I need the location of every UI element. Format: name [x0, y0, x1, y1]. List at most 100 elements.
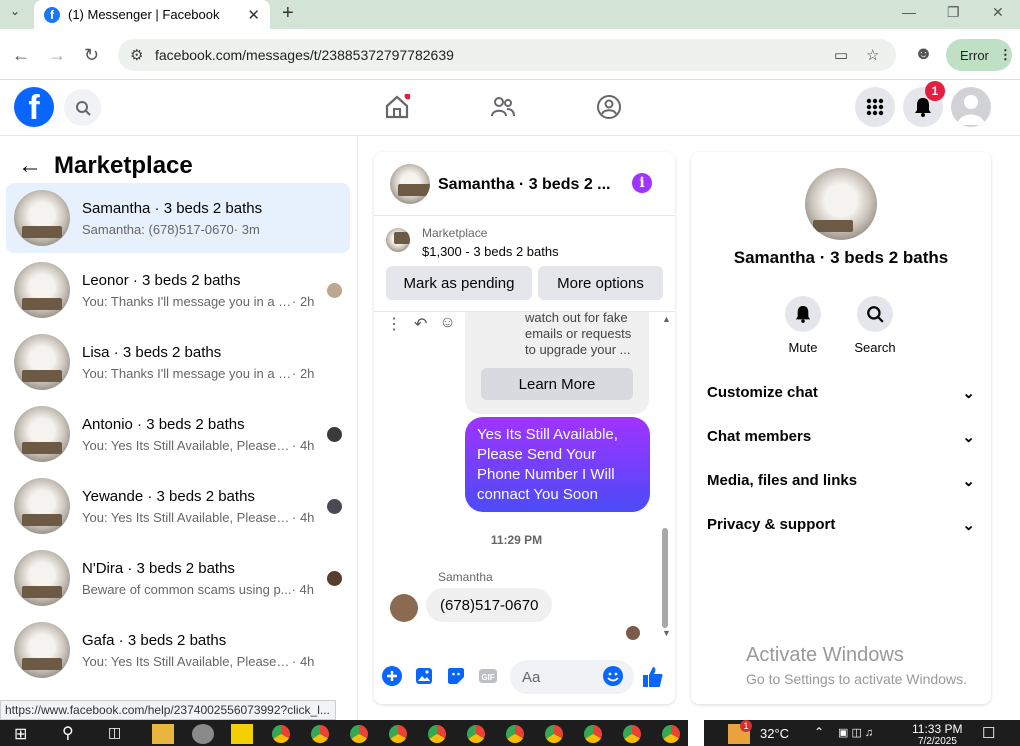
chrome-icon[interactable]	[584, 725, 602, 743]
reload-icon[interactable]: ↻	[84, 45, 99, 66]
install-app-icon[interactable]: ▭	[834, 46, 848, 64]
chrome-icon[interactable]	[623, 725, 641, 743]
chrome-icon[interactable]	[272, 725, 290, 743]
chrome-icon[interactable]	[467, 725, 485, 743]
menu-dots-icon[interactable]: ⋮	[999, 47, 1012, 63]
conversation-item[interactable]: Antonio · 3 beds 2 baths You: Yes Its St…	[6, 399, 350, 469]
taskbar-search-icon[interactable]: ⚲	[62, 723, 74, 743]
scroll-down-icon[interactable]: ▼	[662, 628, 671, 638]
chrome-icon[interactable]	[428, 725, 446, 743]
account-avatar[interactable]	[951, 87, 991, 127]
search-icon[interactable]	[64, 89, 101, 126]
address-bar[interactable]: ⚙ facebook.com/messages/t/23885372797782…	[118, 39, 896, 71]
add-icon[interactable]	[382, 666, 402, 691]
profile-avatar[interactable]	[805, 168, 877, 240]
conversation-name: Samantha · 3 beds 2 baths	[82, 199, 263, 217]
profile-error-label: Error	[960, 47, 989, 63]
info-icon[interactable]: i	[632, 173, 652, 193]
conversation-item[interactable]: Lisa · 3 beds 2 baths You: Thanks I'll m…	[6, 327, 350, 397]
tray-icons[interactable]: ▣ ◫ ♫	[838, 726, 873, 739]
chat-panel: Samantha · 3 beds 2 ... i Marketplace $1…	[374, 152, 675, 704]
url-text[interactable]: facebook.com/messages/t/2388537279778263…	[155, 47, 454, 63]
notes-app-icon[interactable]	[231, 724, 253, 744]
scroll-up-icon[interactable]: ▲	[662, 314, 671, 324]
notification-center-icon[interactable]: ☐	[982, 724, 995, 742]
scrollbar-thumb[interactable]	[662, 528, 668, 628]
emoji-icon[interactable]	[603, 666, 623, 691]
more-actions-icon[interactable]: ⋮	[386, 314, 402, 334]
tab-search-chevron-icon[interactable]: ⌄	[10, 4, 20, 18]
task-view-icon[interactable]: ◫	[108, 724, 121, 741]
conversation-time: · 2h	[292, 293, 315, 309]
chrome-icon[interactable]	[350, 725, 368, 743]
photo-icon[interactable]	[414, 666, 434, 691]
mark-as-pending-button[interactable]: Mark as pending	[386, 266, 532, 300]
privacy-support-section[interactable]: Privacy & support ⌄	[707, 516, 975, 534]
minimize-icon[interactable]: —	[902, 4, 916, 20]
profile-icon[interactable]: ☻	[914, 43, 933, 64]
window-close-icon[interactable]: ✕	[992, 4, 1004, 21]
more-options-button[interactable]: More options	[538, 266, 663, 300]
sticker-icon[interactable]	[446, 666, 466, 691]
profile-error-button[interactable]: Error ⋮	[946, 39, 1012, 71]
conversation-item[interactable]: Samantha · 3 beds 2 baths Samantha: (678…	[6, 183, 350, 253]
groups-icon[interactable]	[596, 94, 622, 125]
chrome-icon[interactable]	[506, 725, 524, 743]
scam-warning-text: watch out for fake emails or requests to…	[525, 312, 632, 357]
new-tab-icon[interactable]: +	[282, 2, 294, 25]
reply-icon[interactable]: ↶	[414, 314, 427, 334]
home-icon[interactable]	[384, 92, 412, 125]
section-label: Customize chat	[707, 384, 818, 401]
search-in-chat-button[interactable]: Search	[835, 296, 915, 355]
forward-icon[interactable]: →	[48, 45, 66, 66]
chat-avatar[interactable]	[390, 164, 430, 204]
facebook-logo-icon[interactable]: f	[14, 87, 54, 127]
bookmark-star-icon[interactable]: ☆	[866, 46, 879, 64]
site-info-icon[interactable]: ⚙	[130, 46, 143, 64]
marketplace-listing-bar: Marketplace $1,300 - 3 beds 2 baths Mark…	[374, 216, 675, 312]
thumbs-up-icon[interactable]	[642, 666, 664, 693]
conversation-item[interactable]: Leonor · 3 beds 2 baths You: Thanks I'll…	[6, 255, 350, 325]
conversation-preview: You: Thanks I'll message you in a m...	[82, 293, 292, 309]
conversation-preview: You: Yes Its Still Available, Please Se.…	[82, 509, 292, 525]
restore-icon[interactable]: ❐	[947, 4, 960, 21]
learn-more-button[interactable]: Learn More	[481, 368, 633, 400]
browser-tab[interactable]: f (1) Messenger | Facebook ✕	[34, 0, 270, 29]
back-icon[interactable]: ←	[12, 45, 30, 66]
browser-toolbar: ← → ↻ ⚙ facebook.com/messages/t/23885372…	[0, 29, 1020, 80]
conversation-item[interactable]: Yewande · 3 beds 2 baths You: Yes Its St…	[6, 471, 350, 541]
gif-icon[interactable]: GIF	[478, 666, 498, 691]
tray-chevron-up-icon[interactable]: ⌃	[814, 725, 824, 739]
app-icon[interactable]	[192, 724, 214, 744]
friends-icon[interactable]	[490, 94, 516, 125]
chrome-icon[interactable]	[545, 725, 563, 743]
chrome-icon[interactable]	[389, 725, 407, 743]
conversation-item[interactable]: N'Dira · 3 beds 2 baths Beware of common…	[6, 543, 350, 613]
chrome-icon[interactable]	[311, 725, 329, 743]
temperature-text[interactable]: 32°C	[760, 726, 789, 741]
activate-windows-watermark: Activate Windows Go to Settings to activ…	[746, 644, 967, 687]
clock-date[interactable]: 7/2/2025	[918, 736, 957, 746]
seen-avatar	[327, 571, 342, 586]
windows-start-icon[interactable]: ⊞	[14, 724, 27, 744]
media-files-links-section[interactable]: Media, files and links ⌄	[707, 472, 975, 490]
seen-avatar	[327, 283, 342, 298]
mute-button[interactable]: Mute	[763, 296, 843, 355]
menu-grid-icon[interactable]	[855, 87, 895, 127]
tab-close-icon[interactable]: ✕	[247, 6, 260, 24]
taskbar-divider	[688, 720, 704, 746]
customize-chat-section[interactable]: Customize chat ⌄	[707, 384, 975, 402]
chat-title[interactable]: Samantha · 3 beds 2 ...	[438, 176, 628, 194]
conversation-preview: You: Yes Its Still Available, Please Se.…	[82, 437, 292, 453]
chat-members-section[interactable]: Chat members ⌄	[707, 428, 975, 446]
seen-avatar	[327, 499, 342, 514]
file-explorer-icon[interactable]	[152, 724, 174, 744]
listing-price[interactable]: $1,300 - 3 beds 2 baths	[422, 244, 559, 259]
message-scrollbar[interactable]: ▲ ▼	[662, 314, 671, 638]
chrome-icon[interactable]	[662, 725, 680, 743]
conversation-item[interactable]: Gafa · 3 beds 2 baths You: Yes Its Still…	[6, 615, 350, 685]
react-emoji-icon[interactable]: ☺	[439, 314, 455, 334]
sender-avatar[interactable]	[390, 594, 418, 622]
back-arrow-icon[interactable]: ←	[18, 152, 42, 180]
clock-time[interactable]: 11:33 PM	[912, 722, 962, 736]
